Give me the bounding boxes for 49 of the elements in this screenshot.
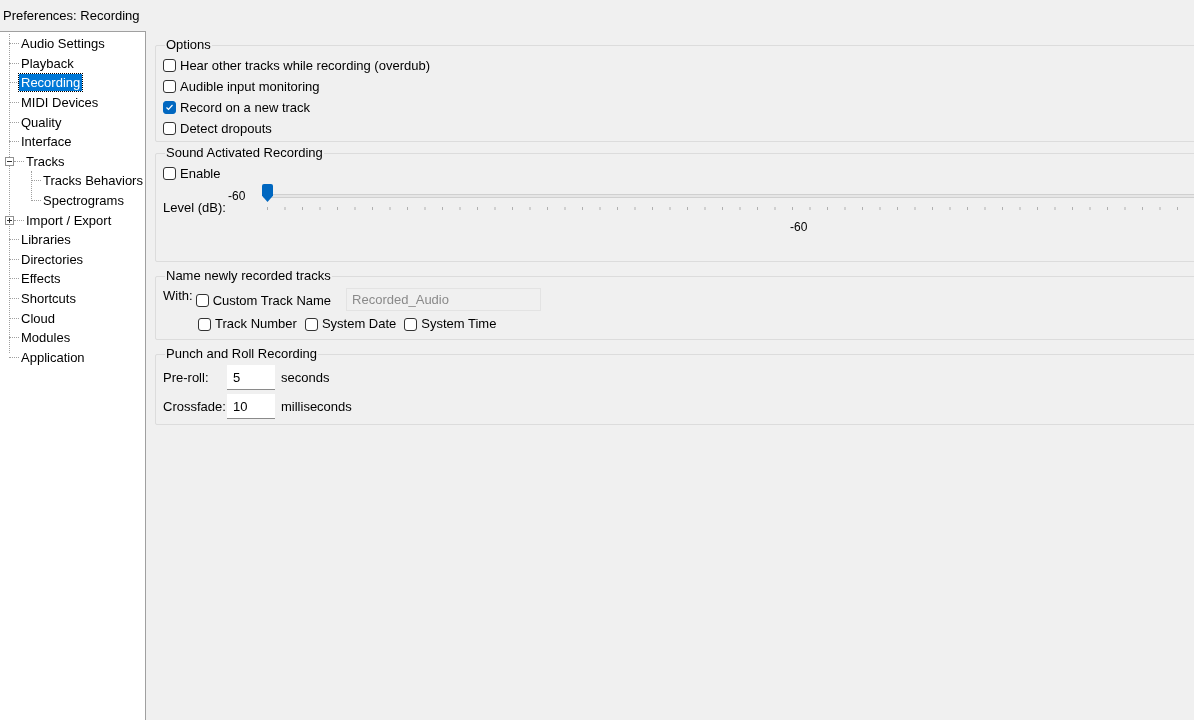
- number-field[interactable]: 5: [227, 365, 275, 390]
- expand-icon[interactable]: [5, 215, 14, 225]
- checkbox-label[interactable]: Enable: [180, 163, 221, 184]
- unit-label: seconds: [281, 368, 330, 387]
- with-label: With:: [163, 287, 193, 305]
- scale-label: -60: [790, 219, 808, 236]
- slider-label: Level (dB):: [163, 199, 226, 217]
- tree-item[interactable]: MIDI Devices: [19, 94, 101, 112]
- tree-item[interactable]: Import / Export: [24, 211, 114, 229]
- slider-value: -60: [228, 188, 246, 205]
- checkbox[interactable]: [304, 317, 318, 331]
- field-label: Crossfade:: [163, 397, 227, 416]
- tree-item[interactable]: Cloud: [19, 309, 57, 327]
- tree-item[interactable]: Effects: [19, 270, 63, 288]
- tree-item[interactable]: Tracks Behaviors: [41, 172, 145, 190]
- window-title: Preferences: Recording: [3, 6, 140, 25]
- checkbox[interactable]: [163, 167, 176, 180]
- tree-item[interactable]: Playback: [19, 54, 76, 72]
- tree-item[interactable]: Recording: [19, 74, 83, 92]
- tree-item[interactable]: Application: [19, 348, 87, 366]
- tree-item[interactable]: Quality: [19, 113, 64, 131]
- checkbox-label[interactable]: Audible input monitoring: [180, 76, 320, 97]
- field-label: Pre-roll:: [163, 368, 210, 387]
- tree-item[interactable]: Spectrograms: [41, 192, 126, 210]
- number-field[interactable]: 10: [227, 394, 275, 419]
- collapse-icon[interactable]: [5, 156, 14, 166]
- tree-item[interactable]: Interface: [19, 133, 74, 151]
- slider-thumb[interactable]: [262, 184, 273, 202]
- checkbox-label[interactable]: Track Number: [215, 314, 297, 334]
- checkbox[interactable]: [163, 80, 176, 93]
- checkbox[interactable]: [163, 122, 176, 135]
- tree-item[interactable]: Shortcuts: [19, 290, 78, 307]
- checkbox[interactable]: [163, 101, 176, 114]
- checkbox-label[interactable]: Hear other tracks while recording (overdub): [180, 55, 430, 76]
- checkbox-label[interactable]: System Time: [421, 314, 497, 334]
- tree-item[interactable]: Tracks: [24, 152, 67, 170]
- unit-label: milliseconds: [281, 397, 352, 416]
- checkbox[interactable]: [198, 317, 211, 331]
- tree-item[interactable]: Audio Settings: [19, 35, 107, 53]
- tree-item[interactable]: Libraries: [19, 231, 73, 249]
- checkbox[interactable]: [404, 317, 418, 331]
- checkbox-label[interactable]: System Date: [321, 314, 397, 334]
- tree-item[interactable]: Directories: [19, 250, 86, 268]
- checkbox-label[interactable]: Detect dropouts: [180, 118, 272, 139]
- checkbox-label[interactable]: Record on a new track: [180, 97, 311, 118]
- level-slider[interactable]: [263, 184, 1194, 202]
- tree-item[interactable]: Modules: [19, 329, 73, 347]
- checkmark-icon: [165, 103, 174, 112]
- checkbox[interactable]: [163, 59, 176, 72]
